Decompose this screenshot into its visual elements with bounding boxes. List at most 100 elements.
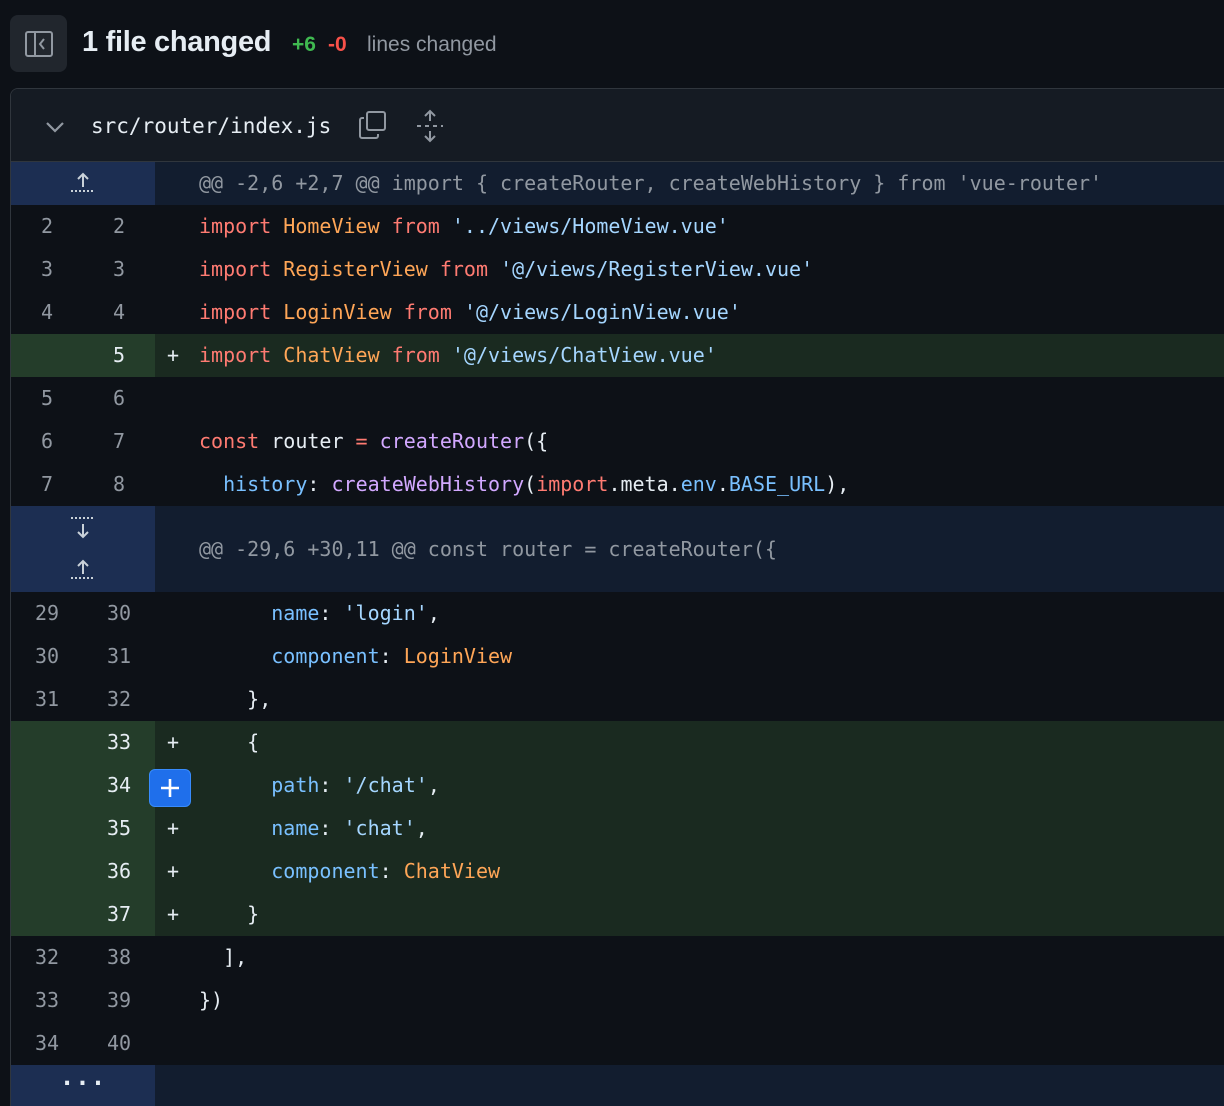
code-line: history: createWebHistory(import.meta.en… <box>223 472 850 496</box>
old-line-number[interactable]: 29 <box>11 592 83 635</box>
diff-line-added: 37 + } <box>11 893 1224 936</box>
expand-up-icon <box>71 172 95 192</box>
additions-count: +6 <box>292 33 316 56</box>
sidebar-toggle-button[interactable] <box>10 15 67 72</box>
old-line-number[interactable]: 34 <box>11 1022 83 1065</box>
old-line-number[interactable]: 33 <box>11 979 83 1022</box>
addition-marker: + <box>167 343 180 367</box>
new-line-number[interactable]: 40 <box>83 1022 155 1065</box>
old-line-number[interactable]: 2 <box>11 205 83 248</box>
new-line-number[interactable]: 7 <box>83 420 155 463</box>
code-line: const router = createRouter({ <box>199 429 549 453</box>
addition-marker: + <box>167 859 180 883</box>
new-line-number[interactable]: 35 <box>83 807 155 850</box>
hunk-expand-gutter[interactable] <box>11 506 155 592</box>
new-line-number[interactable]: 6 <box>83 377 155 420</box>
expand-up-icon <box>71 559 95 579</box>
new-line-number[interactable]: 36 <box>83 850 155 893</box>
addition-marker: + <box>167 902 180 926</box>
old-line-number[interactable]: 6 <box>11 420 83 463</box>
new-line-number[interactable]: 32 <box>83 678 155 721</box>
old-line-number[interactable] <box>11 893 83 936</box>
diff-line: 3 3 import RegisterView from '@/views/Re… <box>11 248 1224 291</box>
old-line-number[interactable]: 30 <box>11 635 83 678</box>
copy-icon <box>359 111 386 139</box>
code-line: import ChatView from '@/views/ChatView.v… <box>199 343 717 367</box>
old-line-number[interactable] <box>11 850 83 893</box>
code-line: }, <box>199 687 272 711</box>
code-line: component: LoginView <box>271 644 513 668</box>
addition-marker: + <box>167 816 180 840</box>
deletions-count: -0 <box>328 33 347 56</box>
diff-line: 34 40 <box>11 1022 1224 1065</box>
add-comment-button[interactable] <box>149 769 191 807</box>
diff-line: 7 8 history: createWebHistory(import.met… <box>11 463 1224 506</box>
new-line-number[interactable]: 4 <box>83 291 155 334</box>
file-diff-panel: src/router/index.js @@ -2,6 +2,7 @@ impo… <box>10 88 1224 1106</box>
old-line-number[interactable]: 3 <box>11 248 83 291</box>
new-line-number[interactable]: 2 <box>83 205 155 248</box>
code-line: name: 'login', <box>271 601 440 625</box>
diff-line: 29 30 name: 'login', <box>11 592 1224 635</box>
diff-line: 31 32 }, <box>11 678 1224 721</box>
diff-line-added: 33 + { <box>11 721 1224 764</box>
code-line: import RegisterView from '@/views/Regist… <box>199 257 814 281</box>
old-line-number[interactable] <box>11 764 83 807</box>
code-line: component: ChatView <box>271 859 501 883</box>
more-label: ··· <box>59 1069 107 1097</box>
old-line-number[interactable]: 5 <box>11 377 83 420</box>
sidebar-collapse-icon <box>24 30 53 57</box>
code-line: { <box>199 730 260 754</box>
new-line-number[interactable]: 31 <box>83 635 155 678</box>
new-line-number[interactable]: 8 <box>83 463 155 506</box>
old-line-number[interactable] <box>11 334 83 377</box>
code-line: name: 'chat', <box>271 816 428 840</box>
hunk-header-text: @@ -2,6 +2,7 @@ import { createRouter, c… <box>199 171 1103 195</box>
addition-marker: + <box>167 730 180 754</box>
old-line-number[interactable]: 7 <box>11 463 83 506</box>
code-line: import LoginView from '@/views/LoginView… <box>199 300 741 324</box>
expand-down-icon <box>71 517 95 539</box>
file-header: src/router/index.js <box>11 89 1224 162</box>
new-line-number[interactable]: 39 <box>83 979 155 1022</box>
old-line-number[interactable] <box>11 721 83 764</box>
diff-line-added: 5 + import ChatView from '@/views/ChatVi… <box>11 334 1224 377</box>
collapse-file-button[interactable] <box>43 115 67 144</box>
code-line: path: '/chat', <box>271 773 440 797</box>
files-changed-title: 1 file changed <box>82 26 272 58</box>
new-line-number[interactable]: 3 <box>83 248 155 291</box>
diff-line: 32 38 ], <box>11 936 1224 979</box>
diff-line: 33 39 }) <box>11 979 1224 1022</box>
old-line-number[interactable]: 4 <box>11 291 83 334</box>
unfold-icon <box>417 109 443 143</box>
code-line: } <box>199 902 260 926</box>
chevron-down-icon <box>46 122 64 133</box>
diff-line: 5 6 <box>11 377 1224 420</box>
new-line-number[interactable]: 38 <box>83 936 155 979</box>
new-line-number[interactable]: 37 <box>83 893 155 936</box>
hunk-header: @@ -2,6 +2,7 @@ import { createRouter, c… <box>11 162 1224 205</box>
code-line: import HomeView from '../views/HomeView.… <box>199 214 729 238</box>
new-line-number[interactable]: 30 <box>83 592 155 635</box>
hunk-expand-gutter[interactable] <box>11 162 155 205</box>
diff-summary-bar: 1 file changed +6 -0 lines changed <box>0 0 1224 88</box>
hunk-header-text: @@ -29,6 +30,11 @@ const router = create… <box>199 537 777 561</box>
code-line: ], <box>199 945 248 969</box>
diff-line-added: 36 + component: ChatView <box>11 850 1224 893</box>
diff-line: 4 4 import LoginView from '@/views/Login… <box>11 291 1224 334</box>
plus-icon <box>161 779 179 797</box>
file-path[interactable]: src/router/index.js <box>91 114 331 138</box>
old-line-number[interactable] <box>11 807 83 850</box>
hunk-footer: ··· <box>11 1065 1224 1106</box>
copy-path-button[interactable] <box>357 109 389 141</box>
code-line: }) <box>199 988 224 1012</box>
old-line-number[interactable]: 31 <box>11 678 83 721</box>
hunk-header: @@ -29,6 +30,11 @@ const router = create… <box>11 506 1224 592</box>
new-line-number[interactable]: 34 <box>83 764 155 807</box>
expand-all-button[interactable] <box>414 109 446 143</box>
expand-more-button[interactable]: ··· <box>11 1065 155 1106</box>
diff-line: 2 2 import HomeView from '../views/HomeV… <box>11 205 1224 248</box>
new-line-number[interactable]: 5 <box>83 334 155 377</box>
old-line-number[interactable]: 32 <box>11 936 83 979</box>
new-line-number[interactable]: 33 <box>83 721 155 764</box>
